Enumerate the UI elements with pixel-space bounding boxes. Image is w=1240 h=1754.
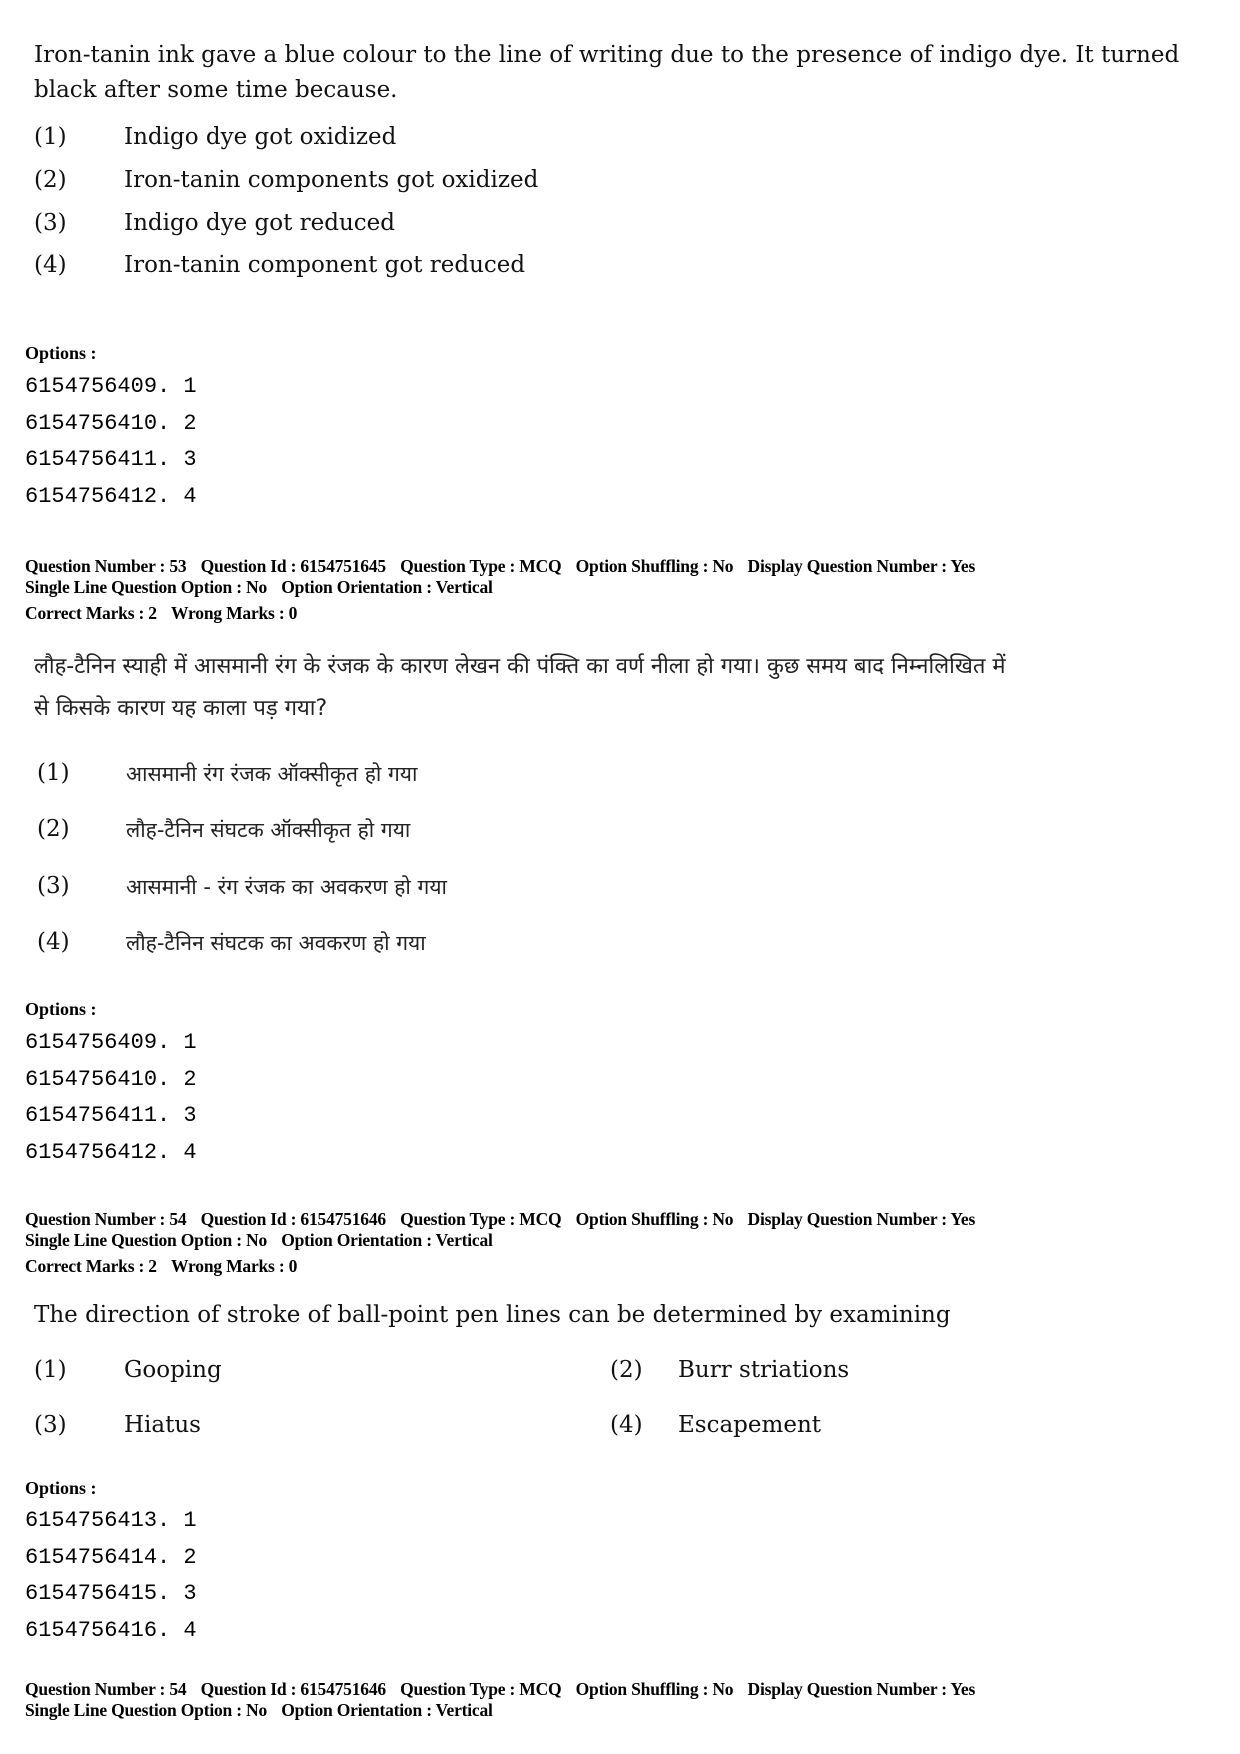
choice-number: (1) — [34, 1357, 67, 1383]
option-shuffling: Option Shuffling : No — [575, 556, 734, 576]
choice-text: Burr striations — [678, 1357, 850, 1383]
question-text: Iron-tanin ink gave a blue colour to the… — [34, 42, 1180, 103]
question-number: Question Number : 53 — [25, 556, 187, 576]
choice-item: (2) — [34, 167, 67, 193]
choice-text: आसमानी - रंग रंजक का अवकरण हो गया — [126, 875, 447, 899]
question-meta-line-1: Question Number : 54 Question Id : 61547… — [25, 1679, 975, 1700]
question-number: Question Number : 54 — [25, 1679, 187, 1699]
question-meta: Question Number : 54 Question Id : 61547… — [25, 1209, 975, 1277]
option-orientation: Option Orientation : Vertical — [281, 1230, 493, 1250]
choice-text: लौह-टैनिन संघटक का अवकरण हो गया — [126, 931, 426, 955]
choice-number: (3) — [34, 1412, 67, 1438]
display-question-number: Display Question Number : Yes — [747, 1209, 976, 1229]
option-id: 6154756409. 1 — [25, 1030, 197, 1055]
question-text-line-2: से किसके कारण यह काला पड़ गया? — [34, 696, 328, 721]
choice-text: Gooping — [124, 1357, 222, 1383]
question-number: Question Number : 54 — [25, 1209, 187, 1229]
question-type: Question Type : MCQ — [400, 1209, 562, 1229]
choice-number: (4) — [37, 929, 70, 955]
option-id: 6154756410. 2 — [25, 411, 197, 436]
question-meta: Question Number : 53 Question Id : 61547… — [25, 556, 975, 624]
option-shuffling: Option Shuffling : No — [575, 1209, 734, 1229]
single-line-question-option: Single Line Question Option : No — [25, 1700, 268, 1720]
option-id: 6154756410. 2 — [25, 1067, 197, 1092]
wrong-marks: Wrong Marks : 0 — [171, 603, 298, 623]
question-meta-line-1: Question Number : 53 Question Id : 61547… — [25, 556, 975, 577]
choice-number: (3) — [34, 210, 67, 236]
question-text: The direction of stroke of ball-point pe… — [34, 1302, 951, 1328]
option-id: 6154756411. 3 — [25, 1103, 197, 1128]
option-id: 6154756409. 1 — [25, 374, 197, 399]
choice-number: (4) — [610, 1412, 643, 1438]
choice-text: Iron-tanin component got reduced — [124, 252, 526, 278]
marks-line: Correct Marks : 2 Wrong Marks : 0 — [25, 603, 975, 624]
question-type: Question Type : MCQ — [400, 556, 562, 576]
choice-item: (3) — [34, 210, 67, 236]
question-meta-line-2: Single Line Question Option : No Option … — [25, 577, 975, 598]
option-id: 6154756415. 3 — [25, 1581, 197, 1606]
question-meta-line-1: Question Number : 54 Question Id : 61547… — [25, 1209, 975, 1230]
option-id: 6154756414. 2 — [25, 1545, 197, 1570]
choice-text: आसमानी रंग रंजक ऑक्सीकृत हो गया — [126, 762, 418, 786]
display-question-number: Display Question Number : Yes — [747, 1679, 976, 1699]
options-label: Options : — [25, 999, 97, 1019]
option-orientation: Option Orientation : Vertical — [281, 1700, 493, 1720]
option-id: 6154756413. 1 — [25, 1508, 197, 1533]
option-id: 6154756412. 4 — [25, 484, 197, 509]
question-meta: Question Number : 54 Question Id : 61547… — [25, 1679, 975, 1721]
choice-number: (4) — [34, 252, 67, 278]
marks-line: Correct Marks : 2 Wrong Marks : 0 — [25, 1256, 975, 1277]
single-line-question-option: Single Line Question Option : No — [25, 1230, 268, 1250]
choice-text: Indigo dye got reduced — [124, 210, 395, 236]
options-label: Options : — [25, 343, 97, 363]
display-question-number: Display Question Number : Yes — [747, 556, 976, 576]
options-label: Options : — [25, 1478, 97, 1498]
question-type: Question Type : MCQ — [400, 1679, 562, 1699]
option-id: 6154756412. 4 — [25, 1140, 197, 1165]
choice-number: (3) — [37, 873, 70, 899]
option-orientation: Option Orientation : Vertical — [281, 577, 493, 597]
option-id: 6154756416. 4 — [25, 1618, 197, 1643]
question-id: Question Id : 6154751645 — [200, 556, 386, 576]
correct-marks: Correct Marks : 2 — [25, 1256, 157, 1276]
choice-text: Hiatus — [124, 1412, 201, 1438]
choice-item: (4) — [34, 252, 67, 278]
choice-number: (2) — [610, 1357, 643, 1383]
choice-item: (1) — [34, 124, 67, 150]
choice-text: Escapement — [678, 1412, 821, 1438]
wrong-marks: Wrong Marks : 0 — [171, 1256, 298, 1276]
choice-text: लौह-टैनिन संघटक ऑक्सीकृत हो गया — [126, 818, 411, 842]
option-id: 6154756411. 3 — [25, 447, 197, 472]
question-id: Question Id : 6154751646 — [200, 1209, 386, 1229]
choice-text: Iron-tanin components got oxidized — [124, 167, 539, 193]
question-id: Question Id : 6154751646 — [200, 1679, 386, 1699]
single-line-question-option: Single Line Question Option : No — [25, 577, 268, 597]
option-shuffling: Option Shuffling : No — [575, 1679, 734, 1699]
choice-number: (2) — [37, 816, 70, 842]
choice-number: (1) — [34, 124, 67, 150]
choice-number: (2) — [34, 167, 67, 193]
question-text-line-1: लौह-टैनिन स्याही में आसमानी रंग के रंजक … — [34, 654, 1006, 679]
question-meta-line-2: Single Line Question Option : No Option … — [25, 1230, 975, 1251]
choice-text: Indigo dye got oxidized — [124, 124, 397, 150]
question-meta-line-2: Single Line Question Option : No Option … — [25, 1700, 975, 1721]
correct-marks: Correct Marks : 2 — [25, 603, 157, 623]
choice-number: (1) — [37, 760, 70, 786]
